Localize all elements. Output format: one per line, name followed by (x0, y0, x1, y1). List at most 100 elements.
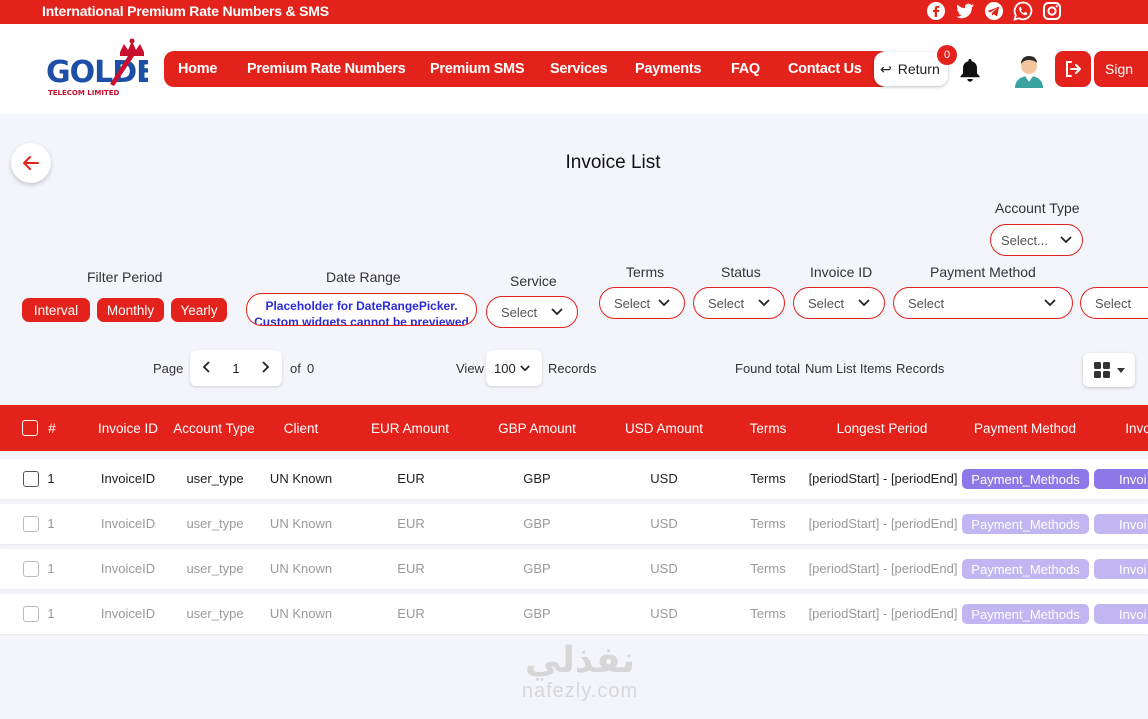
user-avatar[interactable] (1012, 52, 1046, 88)
goldex-logo[interactable]: GOLDEX TELECOM LIMITED (44, 38, 180, 108)
select-all-checkbox[interactable] (22, 420, 38, 436)
cell-eur: EUR (397, 516, 425, 531)
cell-number: 1 (47, 606, 55, 621)
chevron-right-icon[interactable] (262, 360, 270, 376)
account-type-select[interactable]: Select... (990, 224, 1083, 256)
header-invoice-id[interactable]: Invoice ID (98, 421, 158, 436)
chevron-down-icon (858, 299, 870, 307)
watermark: نفذلي nafezly.com (505, 640, 655, 703)
header-account-type[interactable]: Account Type (173, 421, 255, 436)
cell-invoice-id: InvoiceID (100, 561, 156, 576)
page-number[interactable]: 1 (232, 361, 239, 376)
monthly-button[interactable]: Monthly (97, 298, 164, 322)
nav-contact-us[interactable]: Contact Us (788, 61, 862, 77)
row-checkbox[interactable] (23, 516, 39, 532)
records-per-page-value: 100 (494, 360, 516, 376)
logout-button[interactable] (1055, 51, 1091, 87)
records-per-page-select[interactable]: 100 (486, 350, 542, 386)
invoice-tag[interactable]: Invoi (1094, 559, 1148, 579)
invoice-id-select[interactable]: Select (793, 287, 885, 319)
top-banner: International Premium Rate Numbers & SMS (0, 0, 1148, 24)
date-range-picker[interactable]: Placeholder for DateRangePicker. Custom … (246, 293, 477, 326)
row-checkbox[interactable] (23, 471, 39, 487)
telegram-icon[interactable] (984, 1, 1004, 21)
account-type-value: Select... (1001, 232, 1048, 248)
header-payment-method[interactable]: Payment Method (974, 421, 1076, 436)
notification-badge: 0 (937, 45, 957, 65)
invoice-tag[interactable]: Invoi (1094, 604, 1148, 624)
row-checkbox[interactable] (23, 606, 39, 622)
nav-home[interactable]: Home (178, 61, 217, 77)
cell-account-type: user_type (186, 471, 244, 486)
cell-usd: USD (650, 561, 678, 576)
service-label: Service (510, 273, 557, 289)
cell-number: 1 (47, 471, 55, 486)
cell-invoice-id: InvoiceID (100, 606, 156, 621)
social-links (926, 1, 1062, 21)
cell-terms: Terms (750, 561, 786, 576)
view-toggle-button[interactable] (1083, 353, 1135, 387)
chevron-down-icon (758, 299, 770, 307)
whatsapp-icon[interactable] (1013, 1, 1033, 21)
invoice-tag[interactable]: Invoi (1094, 514, 1148, 534)
cell-terms: Terms (750, 606, 786, 621)
payment-method-label: Payment Method (930, 264, 1036, 280)
chevron-down-icon (551, 308, 563, 316)
extra-filter-select[interactable]: Select (1080, 287, 1148, 319)
cell-client: UN Known (269, 561, 333, 576)
cell-period: [periodStart] - [periodEnd] (808, 516, 958, 531)
payment-method-tag[interactable]: Payment_Methods (962, 559, 1089, 579)
cell-usd: USD (650, 516, 678, 531)
cell-invoice-id: InvoiceID (100, 516, 156, 531)
table-row[interactable]: 1 InvoiceID user_type UN Known EUR GBP U… (0, 504, 1148, 544)
cell-client: UN Known (269, 516, 333, 531)
payment-method-tag[interactable]: Payment_Methods (962, 604, 1089, 624)
filter-period-label: Filter Period (87, 269, 163, 285)
twitter-icon[interactable] (955, 1, 975, 21)
chevron-left-icon[interactable] (202, 360, 210, 376)
header-usd-amount[interactable]: USD Amount (625, 421, 703, 436)
cell-number: 1 (47, 516, 55, 531)
table-row[interactable]: 1 InvoiceID user_type UN Known EUR GBP U… (0, 549, 1148, 589)
invoice-tag[interactable]: Invoi (1094, 469, 1148, 489)
account-type-label: Account Type (995, 200, 1080, 216)
instagram-icon[interactable] (1042, 1, 1062, 21)
signin-button[interactable]: Sign (1094, 51, 1148, 87)
header-client[interactable]: Client (284, 421, 319, 436)
status-select[interactable]: Select (693, 287, 785, 319)
terms-select[interactable]: Select (599, 287, 685, 319)
service-select[interactable]: Select (486, 296, 578, 328)
header-longest-period[interactable]: Longest Period (837, 421, 928, 436)
header-eur-amount[interactable]: EUR Amount (371, 421, 449, 436)
payment-method-tag[interactable]: Payment_Methods (962, 514, 1089, 534)
nav-faq[interactable]: FAQ (731, 61, 760, 77)
table-row[interactable]: 1 InvoiceID user_type UN Known EUR GBP U… (0, 594, 1148, 634)
cell-usd: USD (650, 606, 678, 621)
nav-premium-rate-numbers[interactable]: Premium Rate Numbers (247, 61, 406, 77)
logout-icon (1066, 61, 1081, 77)
header-gbp-amount[interactable]: GBP Amount (498, 421, 576, 436)
records-label: Records (548, 361, 597, 376)
cell-period: [periodStart] - [periodEnd] (808, 561, 958, 576)
cell-eur: EUR (397, 561, 425, 576)
cell-number: 1 (47, 561, 55, 576)
service-value: Select (501, 304, 538, 320)
nav-services[interactable]: Services (550, 61, 608, 77)
header-invoice[interactable]: Invo (1125, 421, 1148, 436)
brand-subtitle: TELECOM LIMITED (48, 89, 119, 97)
facebook-icon[interactable] (926, 1, 946, 21)
return-arrow-icon: ↩ (880, 60, 892, 77)
bell-icon[interactable] (958, 57, 982, 83)
cell-account-type: user_type (186, 606, 244, 621)
row-checkbox[interactable] (23, 561, 39, 577)
yearly-button[interactable]: Yearly (171, 298, 227, 322)
interval-button[interactable]: Interval (22, 298, 90, 322)
status-value: Select (708, 295, 745, 311)
table-row[interactable]: 1 InvoiceID user_type UN Known EUR GBP U… (0, 459, 1148, 499)
nav-premium-sms[interactable]: Premium SMS (430, 61, 525, 77)
cell-client: UN Known (269, 606, 333, 621)
payment-method-select[interactable]: Select (893, 287, 1073, 319)
payment-method-tag[interactable]: Payment_Methods (962, 469, 1089, 489)
header-terms[interactable]: Terms (750, 421, 787, 436)
nav-payments[interactable]: Payments (635, 61, 701, 77)
